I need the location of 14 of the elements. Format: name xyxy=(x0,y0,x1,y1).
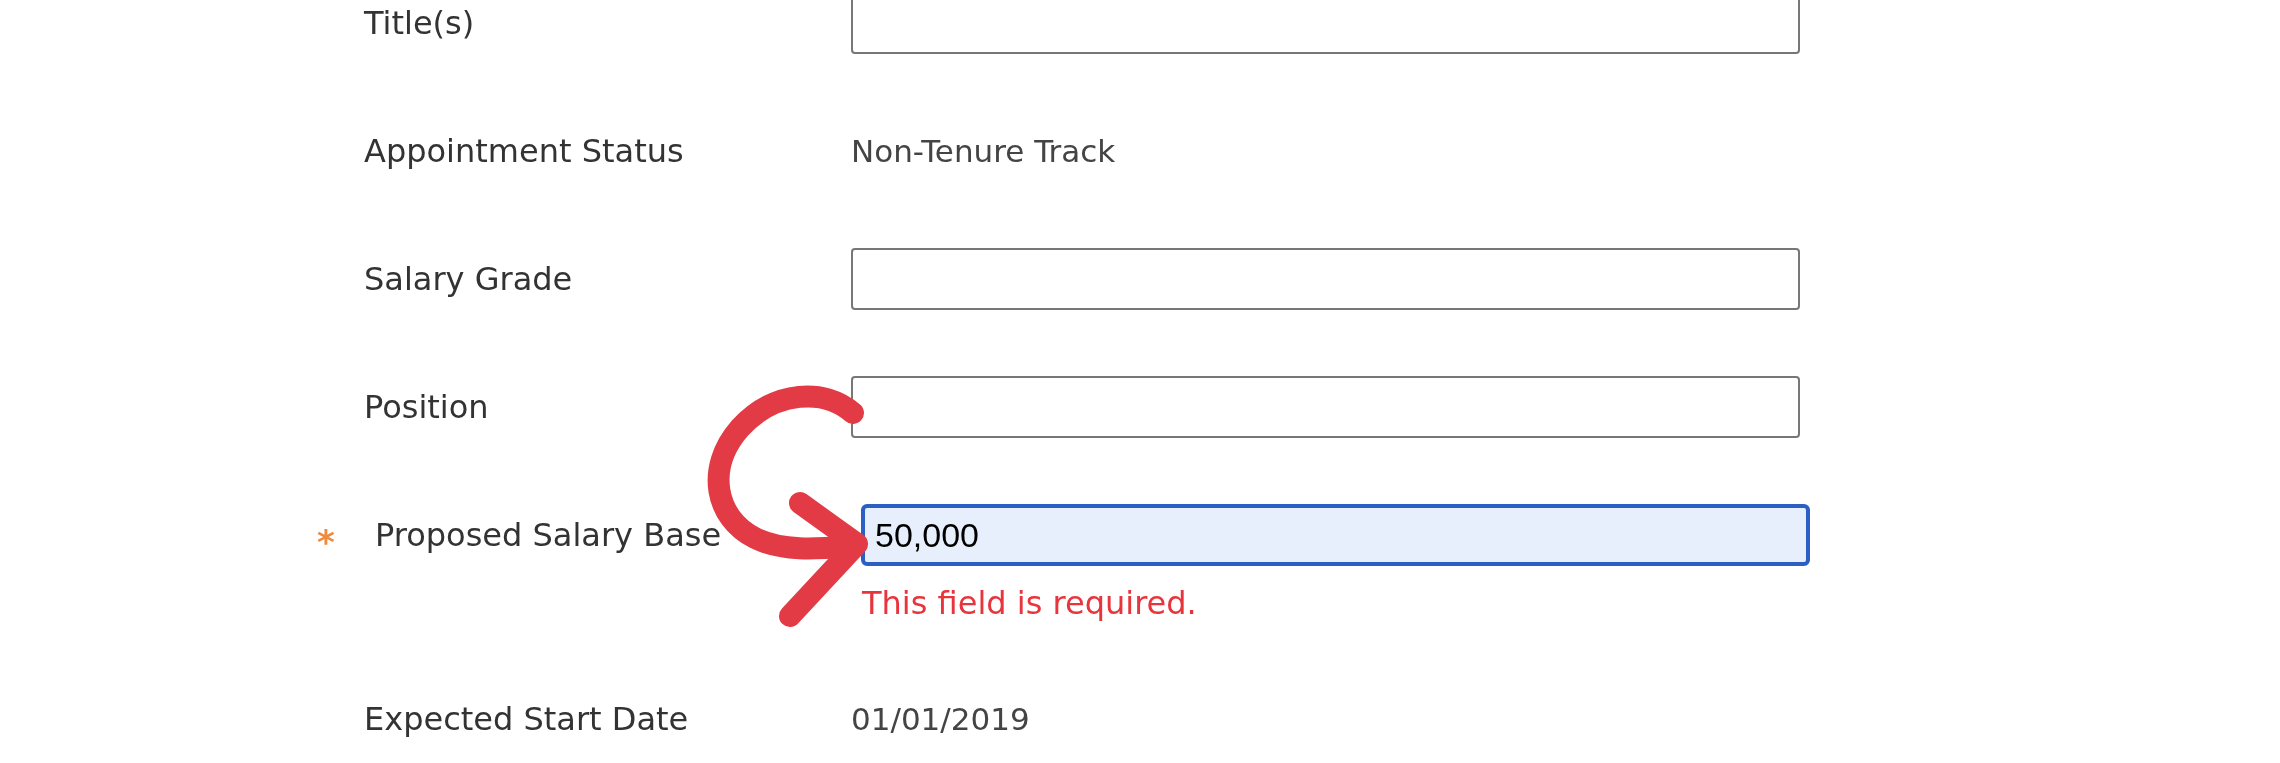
field-label: Proposed Salary Base xyxy=(375,516,722,554)
text-field[interactable]: 50,000 xyxy=(861,504,1810,566)
text-field[interactable] xyxy=(851,248,1800,310)
required-asterisk: * xyxy=(317,522,335,562)
field-label: Salary Grade xyxy=(364,260,573,298)
field-label: Appointment Status xyxy=(364,132,684,170)
field-value: 01/01/2019 xyxy=(851,701,1031,737)
field-label: Position xyxy=(364,388,489,426)
error-message: This field is required. xyxy=(862,584,1198,622)
field-value: Non-Tenure Track xyxy=(851,133,1117,169)
text-field[interactable] xyxy=(851,376,1800,438)
text-field[interactable] xyxy=(851,0,1800,54)
field-label: Expected Start Date xyxy=(364,700,689,738)
field-label: Title(s) xyxy=(364,4,475,42)
